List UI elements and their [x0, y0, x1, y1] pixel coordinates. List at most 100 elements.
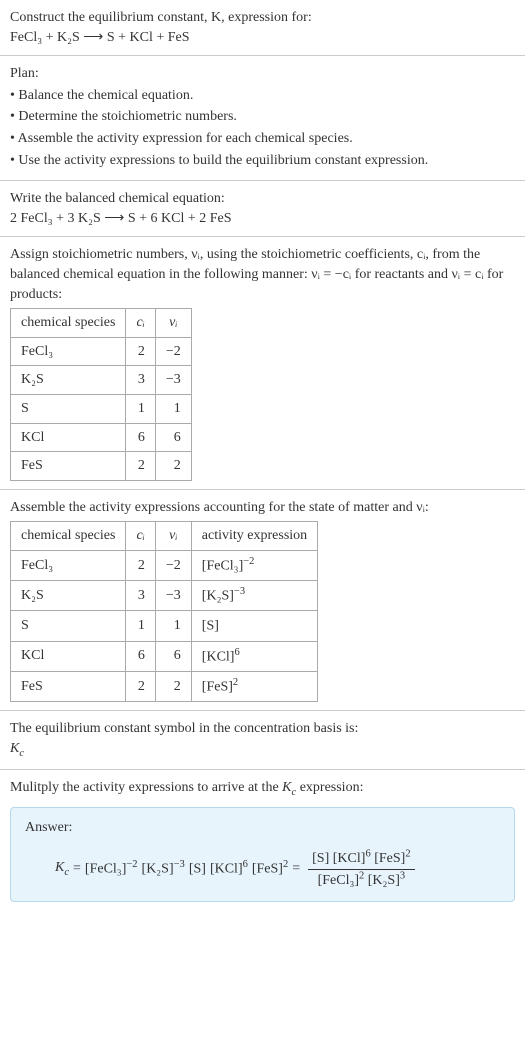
cell-species: KCl	[11, 641, 126, 671]
plan-item: Balance the chemical equation.	[10, 86, 515, 106]
cell-vi: 2	[155, 671, 191, 701]
table-row: FeCl₃ 2 −2 [FeCl₃]−2	[11, 550, 318, 580]
cell-ci: 2	[126, 452, 155, 481]
cell-ci: 6	[126, 423, 155, 452]
activity-section: Assemble the activity expressions accoun…	[0, 490, 525, 711]
multiply-section: Mulitply the activity expressions to arr…	[0, 770, 525, 910]
term-base: [KCl]	[210, 862, 243, 877]
expr-exp: 2	[233, 677, 238, 688]
col-ci: cᵢ	[126, 522, 155, 551]
kc-lhs: Kc	[55, 858, 69, 880]
term-base: [FeS]	[252, 862, 283, 877]
construct-prompt: Construct the equilibrium constant, K, e…	[0, 0, 525, 56]
plan-list: Balance the chemical equation. Determine…	[10, 86, 515, 170]
multiply-title: Mulitply the activity expressions to arr…	[10, 778, 515, 800]
term-exp: −3	[174, 859, 185, 870]
balanced-equation: 2 FeCl₃ + 3 K₂S ⟶ S + 6 KCl + 2 FeS	[10, 209, 515, 229]
expr-base: [K₂S]	[202, 589, 234, 604]
cell-vi: −3	[155, 581, 191, 611]
stoich-intro: Assign stoichiometric numbers, νᵢ, using…	[10, 245, 515, 304]
cell-species: FeS	[11, 671, 126, 701]
cell-expr: [S]	[191, 611, 317, 641]
plan-title: Plan:	[10, 64, 515, 84]
term: [FeCl₃]−2	[85, 858, 138, 879]
term-exp: −2	[126, 859, 137, 870]
cell-expr: [K₂S]−3	[191, 581, 317, 611]
cell-ci: 2	[126, 550, 155, 580]
term-base: [K₂S]	[368, 873, 400, 888]
cell-vi: −2	[155, 337, 191, 366]
plan-section: Plan: Balance the chemical equation. Det…	[0, 56, 525, 181]
term-base: [S]	[312, 851, 329, 866]
cell-species: FeS	[11, 452, 126, 481]
plan-item: Determine the stoichiometric numbers.	[10, 107, 515, 127]
term-base: [KCl]	[333, 851, 366, 866]
table-row: FeS 2 2	[11, 452, 192, 481]
term: [FeS]2	[374, 851, 410, 866]
cell-vi: 6	[155, 641, 191, 671]
term-exp: 6	[365, 848, 370, 859]
expr-base: [FeCl₃]	[202, 559, 243, 574]
term-exp: 2	[405, 848, 410, 859]
cell-vi: −2	[155, 550, 191, 580]
cell-expr: [KCl]6	[191, 641, 317, 671]
term: [FeCl₃]2	[318, 873, 365, 888]
plan-item: Assemble the activity expression for eac…	[10, 129, 515, 149]
term-base: [FeCl₃]	[85, 862, 126, 877]
fraction-numerator: [S] [KCl]6 [FeS]2	[308, 847, 414, 869]
cell-species: FeCl₃	[11, 337, 126, 366]
term: [KCl]6	[333, 851, 371, 866]
plan-item: Use the activity expressions to build th…	[10, 151, 515, 171]
kc-expression: Kc = [FeCl₃]−2 [K₂S]−3 [S] [KCl]6 [FeS]2…	[25, 847, 500, 891]
cell-species: KCl	[11, 423, 126, 452]
fraction: [S] [KCl]6 [FeS]2 [FeCl₃]2 [K₂S]3	[308, 847, 414, 891]
equals-sign: =	[292, 859, 300, 879]
table-row: KCl 6 6 [KCl]6	[11, 641, 318, 671]
expr-exp: −3	[234, 586, 245, 597]
term: [S]	[312, 851, 329, 866]
expr-exp: −2	[243, 556, 254, 567]
equation-text: FeCl₃ + K₂S ⟶ S + KCl + FeS	[10, 30, 190, 45]
cell-vi: 2	[155, 452, 191, 481]
stoich-section: Assign stoichiometric numbers, νᵢ, using…	[0, 237, 525, 489]
col-vi: νᵢ	[155, 309, 191, 338]
prompt-text: Construct the equilibrium constant, K, e…	[10, 8, 515, 28]
cell-species: S	[11, 611, 126, 641]
equals-sign: =	[73, 859, 81, 879]
cell-ci: 2	[126, 337, 155, 366]
cell-vi: 1	[155, 611, 191, 641]
fraction-denominator: [FeCl₃]2 [K₂S]3	[314, 870, 410, 891]
cell-vi: −3	[155, 366, 191, 395]
answer-box: Answer: Kc = [FeCl₃]−2 [K₂S]−3 [S] [KCl]…	[10, 807, 515, 902]
col-species: chemical species	[11, 522, 126, 551]
table-row: FeCl₃ 2 −2	[11, 337, 192, 366]
table-row: FeS 2 2 [FeS]2	[11, 671, 318, 701]
col-ci: cᵢ	[126, 309, 155, 338]
cell-ci: 3	[126, 366, 155, 395]
cell-species: K₂S	[11, 581, 126, 611]
col-expr: activity expression	[191, 522, 317, 551]
term-base: [FeCl₃]	[318, 873, 359, 888]
table-row: S 1 1	[11, 394, 192, 423]
activity-intro: Assemble the activity expressions accoun…	[10, 498, 515, 518]
expr-base: [S]	[202, 619, 219, 634]
expr-exp: 6	[234, 647, 239, 658]
table-row: K₂S 3 −3	[11, 366, 192, 395]
term-exp: 2	[283, 859, 288, 870]
cell-ci: 1	[126, 394, 155, 423]
table-row: K₂S 3 −3 [K₂S]−3	[11, 581, 318, 611]
term-base: [K₂S]	[142, 862, 174, 877]
expr-base: [FeS]	[202, 680, 233, 695]
term: [S]	[189, 858, 206, 879]
balanced-section: Write the balanced chemical equation: 2 …	[0, 181, 525, 237]
table-row: KCl 6 6	[11, 423, 192, 452]
term-exp: 2	[359, 871, 364, 882]
answer-label: Answer:	[25, 818, 500, 838]
cell-vi: 1	[155, 394, 191, 423]
activity-table: chemical species cᵢ νᵢ activity expressi…	[10, 521, 318, 702]
term: [KCl]6	[210, 858, 248, 879]
term-exp: 3	[400, 871, 405, 882]
table-header-row: chemical species cᵢ νᵢ activity expressi…	[11, 522, 318, 551]
kc-symbol-line: The equilibrium constant symbol in the c…	[10, 719, 515, 739]
table-row: S 1 1 [S]	[11, 611, 318, 641]
